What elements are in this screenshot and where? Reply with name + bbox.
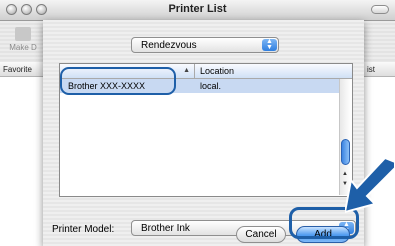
column-header-location[interactable]: Location <box>200 66 234 76</box>
printer-row-highlight <box>60 67 176 95</box>
make-default-button[interactable]: Make D <box>8 27 38 52</box>
connection-type-popup[interactable]: Rendezvous ▲ ▼ <box>131 37 279 53</box>
up-down-arrows-icon: ▲▼ <box>262 38 277 51</box>
printer-model-value: Brother Ink <box>141 223 190 234</box>
sort-ascending-icon: ▲ <box>183 67 190 74</box>
list-column-label: ist <box>367 65 375 74</box>
connection-type-value: Rendezvous <box>141 40 197 51</box>
cancel-button[interactable]: Cancel <box>236 226 286 243</box>
window-titlebar: Printer List <box>0 0 395 21</box>
printer-icon <box>15 27 31 41</box>
printer-location: local. <box>200 81 222 91</box>
window-title: Printer List <box>168 3 227 15</box>
printer-model-label: Printer Model: <box>52 224 115 235</box>
callout-arrow-icon <box>345 158 395 214</box>
make-default-label: Make D <box>9 43 37 52</box>
favorites-column-label: Favorite <box>3 65 32 74</box>
toolbar-toggle-icon[interactable] <box>371 5 389 14</box>
